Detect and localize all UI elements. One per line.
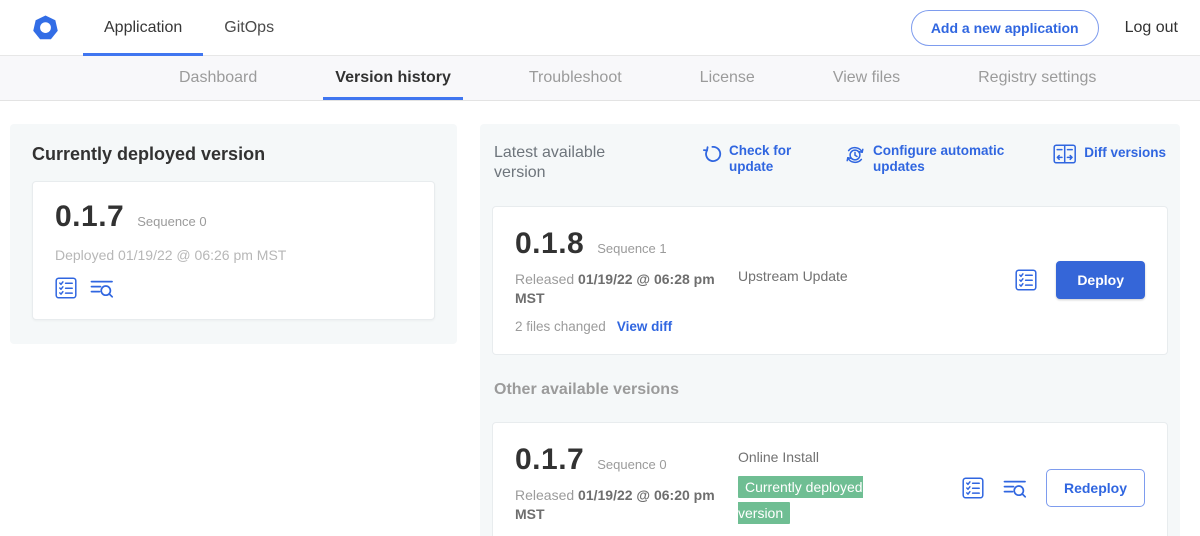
version-card-actions: Redeploy [962,469,1145,507]
version-source: Upstream Update [738,227,908,334]
preflight-checks-icon[interactable] [962,477,984,499]
released-timestamp: Released 01/19/22 @ 06:20 pm MST [515,486,720,524]
tab-application[interactable]: Application [83,0,203,55]
preflight-checks-icon[interactable] [55,277,77,299]
subnav-tab-version-history-label: Version history [335,69,451,87]
auto-update-icon [844,144,866,166]
version-row: 0.1.7 Sequence 0 [515,443,720,477]
version-row: 0.1.8 Sequence 1 [515,227,720,261]
subnav-tab-view-files[interactable]: View files [821,56,912,100]
subnav-tab-view-files-label: View files [833,69,900,87]
tab-gitops[interactable]: GitOps [203,0,295,55]
subnav-tab-troubleshoot-label: Troubleshoot [529,69,622,87]
diff-versions-icon [1053,144,1077,164]
tab-gitops-label: GitOps [224,19,274,37]
configure-automatic-updates-label: Configure automatic updates [873,143,1014,175]
subnav-tab-dashboard[interactable]: Dashboard [167,56,269,100]
view-diff-link[interactable]: View diff [617,319,672,334]
other-available-versions-title: Other available versions [494,381,1166,399]
deploy-button[interactable]: Deploy [1056,261,1145,299]
version-history-panel: Latest available version Check for updat… [480,124,1180,536]
subnav-tab-troubleshoot[interactable]: Troubleshoot [517,56,634,100]
latest-available-title: Latest available version [494,143,644,183]
configure-automatic-updates-action[interactable]: Configure automatic updates [844,143,1014,175]
current-sequence-label: Sequence 0 [137,214,206,229]
released-label: Released [515,271,574,287]
topnav-right-group: Add a new application Log out [911,10,1200,46]
subnav-tab-dashboard-label: Dashboard [179,69,257,87]
current-version-actions [55,277,412,299]
subnav-tab-registry-settings-label: Registry settings [978,69,1096,87]
app-logo-icon [32,14,59,42]
preflight-checks-icon[interactable] [1015,269,1037,291]
top-nav-tabs: Application GitOps [83,0,295,55]
tab-application-label: Application [104,19,182,37]
currently-deployed-badge: Currently deployed version [738,476,863,524]
add-new-application-button[interactable]: Add a new application [911,10,1099,46]
deploy-logs-icon[interactable] [1003,478,1027,499]
app-subnav: Dashboard Version history Troubleshoot L… [0,56,1200,101]
version-card-actions: Deploy [1015,261,1145,299]
main-content: Currently deployed version 0.1.7 Sequenc… [0,101,1200,536]
version-number: 0.1.7 [515,443,584,477]
released-label: Released [515,487,574,503]
online-install-label: Online Install [738,449,819,465]
currently-deployed-panel: Currently deployed version 0.1.7 Sequenc… [10,124,457,344]
currently-deployed-card: 0.1.7 Sequence 0 Deployed 01/19/22 @ 06:… [32,181,435,320]
deploy-logs-icon[interactable] [90,278,114,299]
sequence-label: Sequence 0 [597,457,666,472]
subnav-tab-license[interactable]: License [688,56,767,100]
upstream-update-label: Upstream Update [738,268,848,284]
files-changed-label: 2 files changed [515,319,606,334]
logout-link[interactable]: Log out [1125,19,1178,37]
version-card-0-1-8: 0.1.8 Sequence 1 Released 01/19/22 @ 06:… [492,206,1168,355]
check-for-update-label: Check for update [729,143,802,175]
currently-deployed-title: Currently deployed version [32,144,435,165]
version-number: 0.1.8 [515,227,584,261]
version-card-info: 0.1.8 Sequence 1 Released 01/19/22 @ 06:… [515,227,720,334]
released-timestamp: Released 01/19/22 @ 06:28 pm MST [515,270,720,308]
refresh-icon [702,144,722,164]
version-row: 0.1.7 Sequence 0 [55,200,412,234]
files-changed-row: 2 files changed View diff [515,319,720,334]
diff-versions-label: Diff versions [1084,145,1166,161]
badge-container: Currently deployed version [738,475,893,527]
current-version-number: 0.1.7 [55,200,124,234]
version-source: Online Install Currently deployed versio… [738,443,908,534]
redeploy-button[interactable]: Redeploy [1046,469,1145,507]
deployed-timestamp: Deployed 01/19/22 @ 06:26 pm MST [55,247,412,263]
subnav-tab-license-label: License [700,69,755,87]
subnav-tab-registry-settings[interactable]: Registry settings [966,56,1108,100]
subnav-tab-version-history[interactable]: Version history [323,56,463,100]
top-navbar: Application GitOps Add a new application… [0,0,1200,56]
latest-version-header: Latest available version Check for updat… [492,139,1168,183]
sequence-label: Sequence 1 [597,241,666,256]
diff-versions-action[interactable]: Diff versions [1053,143,1166,164]
version-card-0-1-7: 0.1.7 Sequence 0 Released 01/19/22 @ 06:… [492,422,1168,536]
check-for-update-action[interactable]: Check for update [702,143,802,175]
version-card-info: 0.1.7 Sequence 0 Released 01/19/22 @ 06:… [515,443,720,534]
